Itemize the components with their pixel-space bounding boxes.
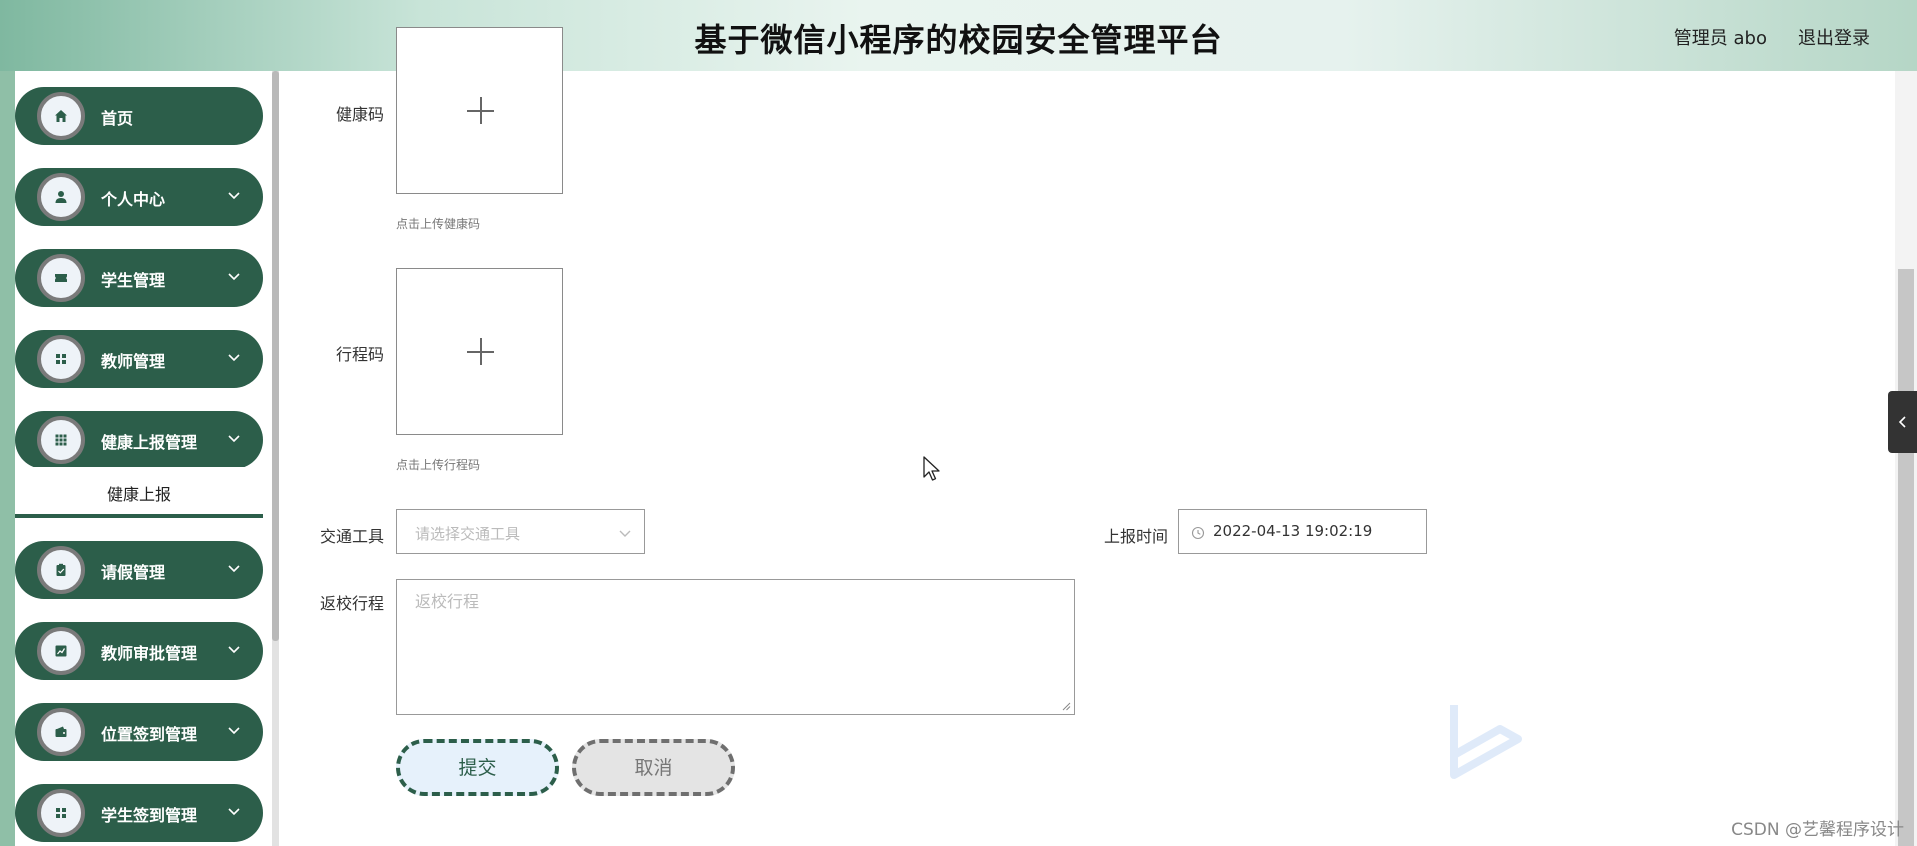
- clock-icon: [1191, 526, 1205, 540]
- watermark-logo-icon: [1450, 705, 1522, 779]
- sidebar-item-label: 学生签到管理: [101, 806, 198, 825]
- grid-icon: [37, 789, 85, 837]
- sidebar-item-students[interactable]: 学生管理: [15, 249, 263, 307]
- cancel-button[interactable]: 取消: [572, 739, 735, 796]
- plus-icon: [480, 338, 482, 365]
- sidebar-item-leave[interactable]: 请假管理: [15, 541, 263, 599]
- health-code-hint: 点击上传健康码: [396, 217, 481, 231]
- chevron-left-icon: [1898, 416, 1906, 428]
- sidebar-item-label: 学生管理: [101, 271, 166, 290]
- ticket-icon: [37, 254, 85, 302]
- chevron-down-icon: [228, 646, 240, 654]
- chart-icon: [37, 627, 85, 675]
- submit-button[interactable]: 提交: [396, 739, 559, 796]
- sidebar-item-profile[interactable]: 个人中心: [15, 168, 263, 226]
- submenu-item-label: 健康上报: [106, 485, 171, 504]
- sidebar-item-label: 健康上报管理: [101, 433, 198, 452]
- chevron-down-icon: [228, 273, 240, 281]
- logout-link[interactable]: 退出登录: [1798, 24, 1870, 50]
- submenu-item-health-report[interactable]: 健康上报: [15, 467, 263, 518]
- return-trip-textarea[interactable]: 返校行程: [396, 579, 1075, 715]
- person-icon: [37, 173, 85, 221]
- transport-label: 交通工具: [319, 527, 384, 546]
- chevron-down-icon: [619, 530, 631, 537]
- sidebar-item-teacher-approval[interactable]: 教师审批管理: [15, 622, 263, 680]
- report-time-picker[interactable]: 2022-04-13 19:02:19: [1178, 509, 1427, 554]
- sidebar-item-student-checkin[interactable]: 学生签到管理: [15, 784, 263, 842]
- sidebar-item-label: 教师管理: [101, 352, 166, 371]
- main-scroll-thumb[interactable]: [1898, 269, 1914, 846]
- transport-select[interactable]: 请选择交通工具: [396, 509, 645, 554]
- sidebar-item-label: 教师审批管理: [101, 644, 198, 663]
- chevron-down-icon: [228, 727, 240, 735]
- side-panel-toggle[interactable]: [1888, 391, 1917, 453]
- transport-placeholder: 请选择交通工具: [415, 525, 521, 543]
- csdn-watermark: CSDN @艺馨程序设计: [1731, 820, 1904, 840]
- resize-grip-icon[interactable]: [1061, 701, 1071, 711]
- trip-code-label: 行程码: [335, 345, 384, 364]
- mouse-cursor-icon: [923, 456, 940, 481]
- chevron-down-icon: [228, 192, 240, 200]
- sidebar-item-label: 位置签到管理: [101, 725, 198, 744]
- sidebar-item-home[interactable]: 首页: [15, 87, 263, 145]
- current-user-label: 管理员 abo: [1673, 28, 1767, 49]
- home-icon: [37, 92, 85, 140]
- health-code-label: 健康码: [335, 105, 384, 124]
- main-scrollbar[interactable]: [1895, 71, 1917, 846]
- plus-icon: [480, 97, 482, 124]
- health-code-upload[interactable]: [396, 27, 563, 194]
- app-title: 基于微信小程序的校园安全管理平台: [694, 21, 1223, 59]
- sidebar-item-location-checkin[interactable]: 位置签到管理: [15, 703, 263, 761]
- wallet-icon: [37, 708, 85, 756]
- sidebar-item-label: 首页: [101, 109, 134, 128]
- return-trip-placeholder: 返校行程: [415, 592, 480, 611]
- chevron-down-icon: [228, 808, 240, 816]
- clipboard-icon: [37, 546, 85, 594]
- sidebar-item-label: 请假管理: [101, 563, 166, 582]
- sidebar-accent-strip: [0, 71, 15, 846]
- sidebar: 首页 个人中心 学生管理 教师管理 健康上报管理 健康上报 请假管理 教师审批管…: [0, 71, 279, 846]
- trip-code-upload[interactable]: [396, 268, 563, 435]
- chevron-down-icon: [228, 354, 240, 362]
- top-header: 基于微信小程序的校园安全管理平台 管理员 abo 退出登录: [0, 0, 1917, 71]
- sidebar-item-label: 个人中心: [101, 190, 166, 209]
- return-trip-label: 返校行程: [319, 594, 384, 613]
- chevron-down-icon: [228, 565, 240, 573]
- report-time-value: 2022-04-13 19:02:19: [1213, 522, 1373, 540]
- grid-icon: [37, 335, 85, 383]
- apps-icon: [37, 416, 85, 464]
- sidebar-scrollbar[interactable]: [272, 71, 279, 846]
- sidebar-item-teachers[interactable]: 教师管理: [15, 330, 263, 388]
- sidebar-scroll-thumb[interactable]: [272, 71, 279, 641]
- chevron-down-icon: [228, 435, 240, 443]
- sidebar-item-health-report[interactable]: 健康上报管理: [15, 411, 263, 469]
- trip-code-hint: 点击上传行程码: [396, 458, 481, 472]
- report-time-label: 上报时间: [1103, 527, 1168, 546]
